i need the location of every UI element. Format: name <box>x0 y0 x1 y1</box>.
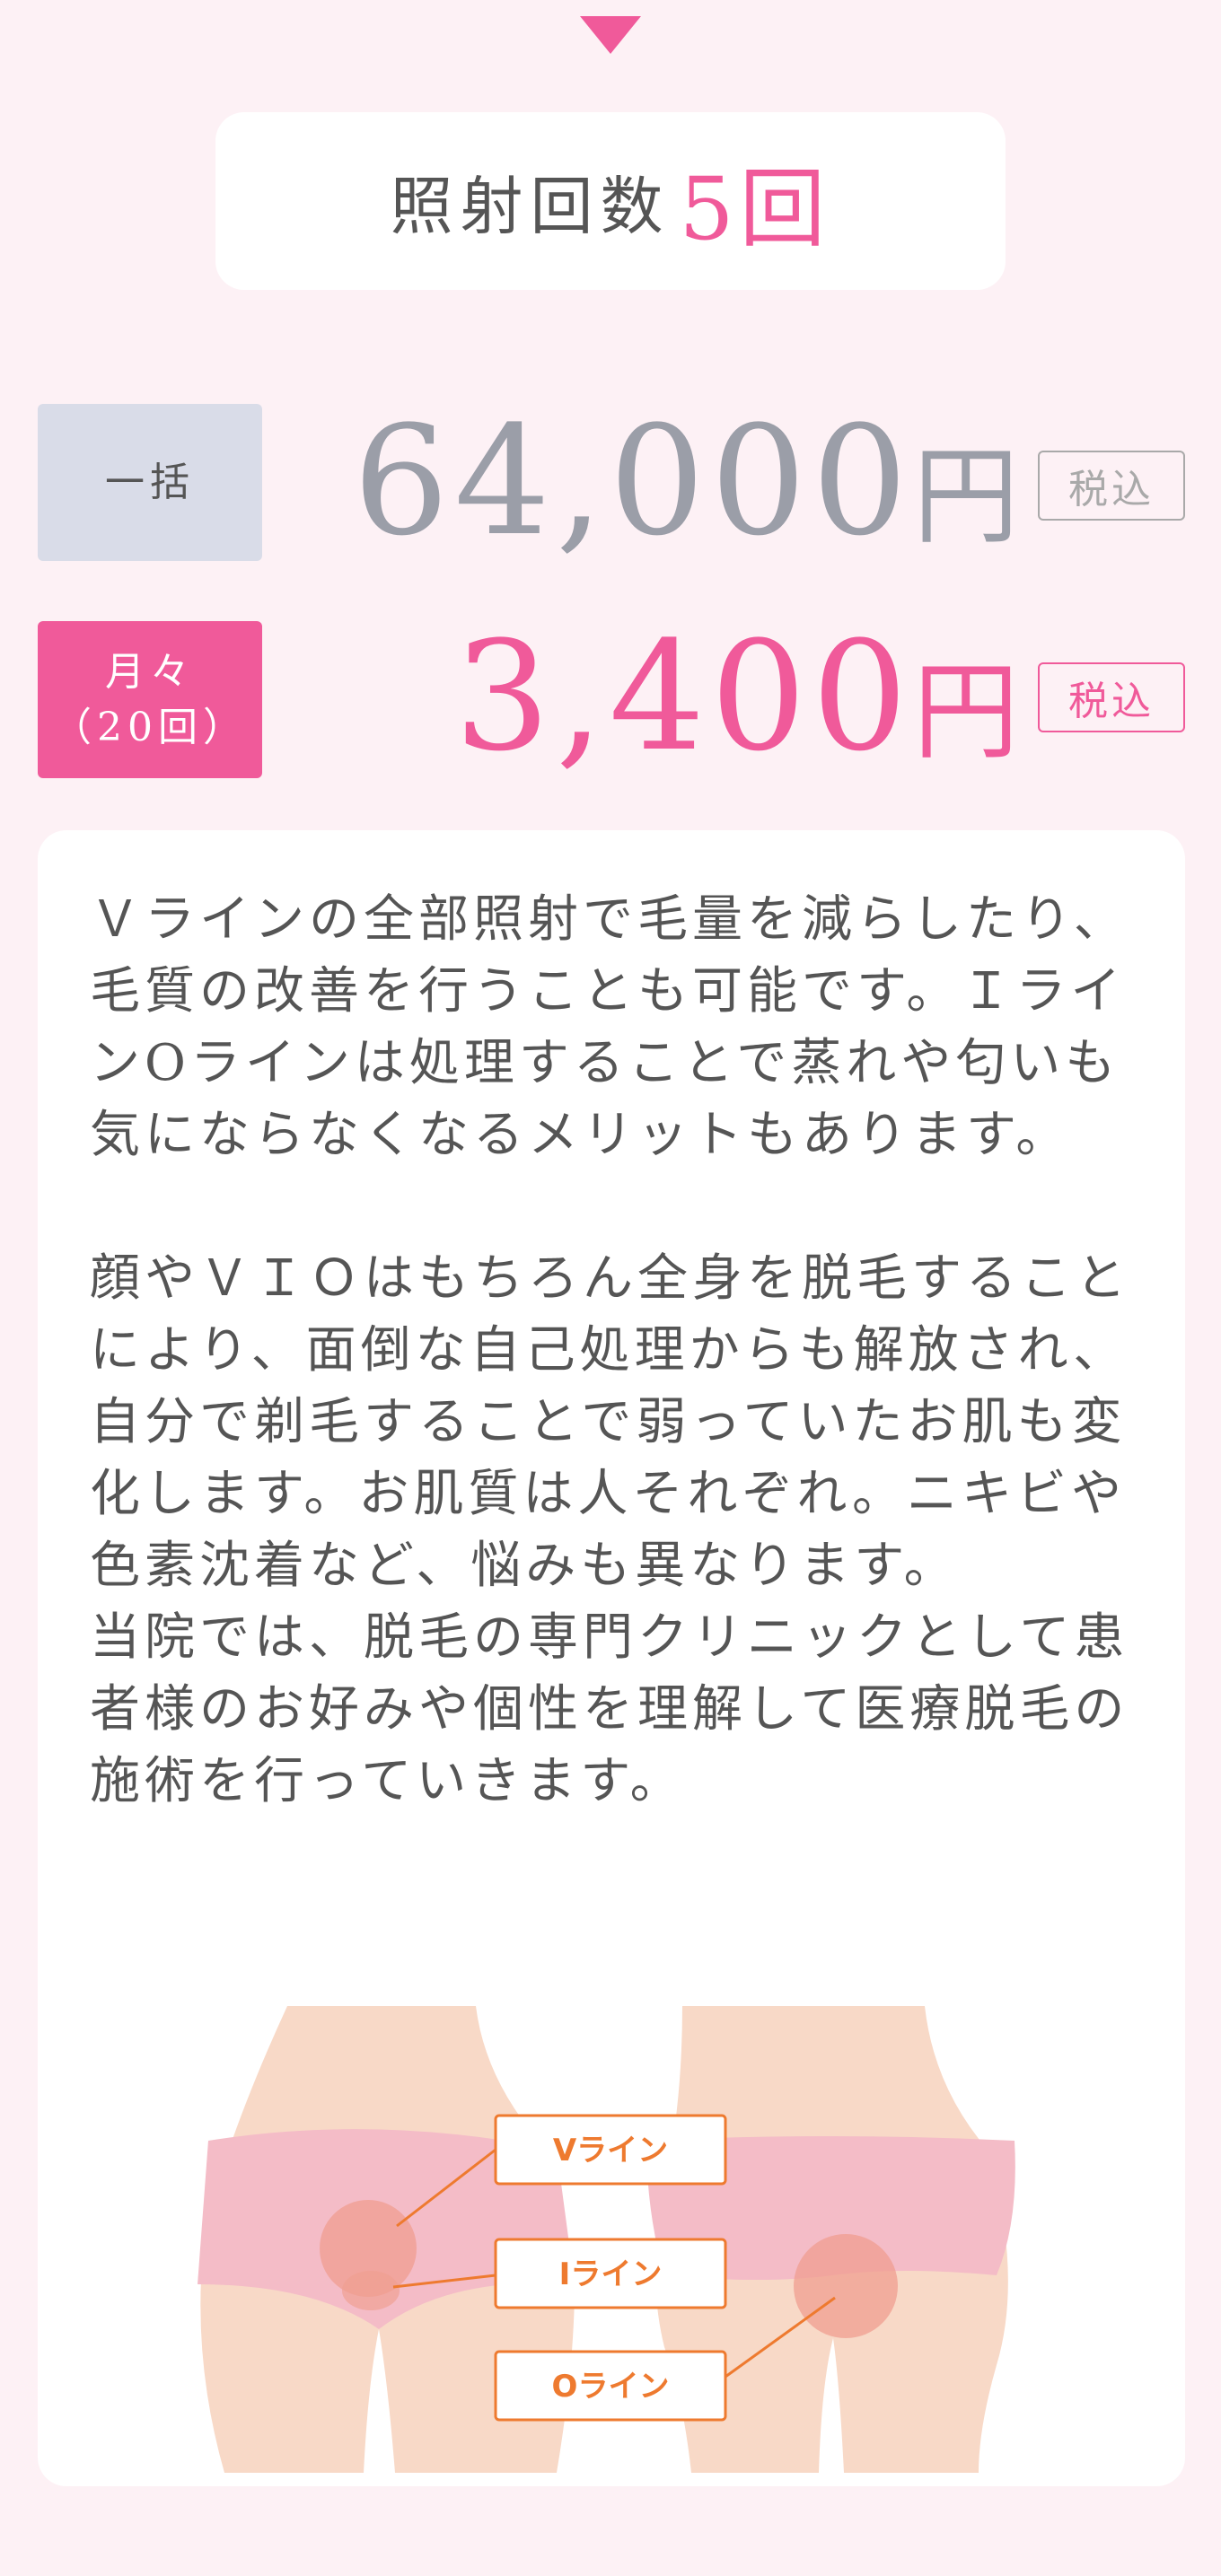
monthly-tax-badge: 税込 <box>1038 662 1185 732</box>
vio-diagram: Vライン Iライン Oライン <box>198 2006 1015 2473</box>
description-paragraph-2: 顔やＶＩＯはもちろん全身を脱毛することにより、面倒な自己処理からも解放され、自分… <box>90 1249 1130 1595</box>
description-paragraph-1: Ｖラインの全部照射で毛量を減らしたり、毛質の改善を行うことも可能です。ＩラインO… <box>90 890 1129 1164</box>
lump-sum-label: 一括 <box>38 404 262 561</box>
treatment-count-value: 5回 <box>679 158 831 259</box>
v-line-label: Vライン <box>494 2114 727 2186</box>
lump-sum-label-text: 一括 <box>105 459 195 505</box>
monthly-price: 3,400 円 <box>454 621 1019 772</box>
o-line-label: Oライン <box>494 2350 727 2422</box>
description-text: Ｖラインの全部照射で毛量を減らしたり、毛質の改善を行うことも可能です。ＩラインO… <box>90 884 1131 1818</box>
down-arrow-icon <box>580 16 641 54</box>
i-line-label: Iライン <box>494 2238 727 2309</box>
lump-sum-tax-badge: 税込 <box>1038 451 1185 521</box>
monthly-label: 月々 （20回） <box>38 621 262 778</box>
v-line-label-text: Vライン <box>553 2133 668 2169</box>
treatment-count-box: 照射回数 5回 <box>215 112 1006 290</box>
monthly-yen: 円 <box>912 650 1019 774</box>
description-paragraph-3: 当院では、脱毛の専門クリニックとして患者様のお好みや個性を理解して医療脱毛の施術… <box>90 1608 1129 1810</box>
monthly-label-line1: 月々 <box>105 648 195 695</box>
lump-sum-price: 64,000 円 <box>353 406 1019 556</box>
monthly-label-line2: （20回） <box>52 704 248 750</box>
i-line-label-text: Iライン <box>559 2256 663 2292</box>
lump-sum-amount: 64,000 <box>353 393 913 569</box>
lump-sum-yen: 円 <box>912 434 1019 558</box>
treatment-count-label: 照射回数 <box>390 169 671 243</box>
o-line-label-text: Oライン <box>552 2369 670 2405</box>
monthly-amount: 3,400 <box>454 609 913 784</box>
